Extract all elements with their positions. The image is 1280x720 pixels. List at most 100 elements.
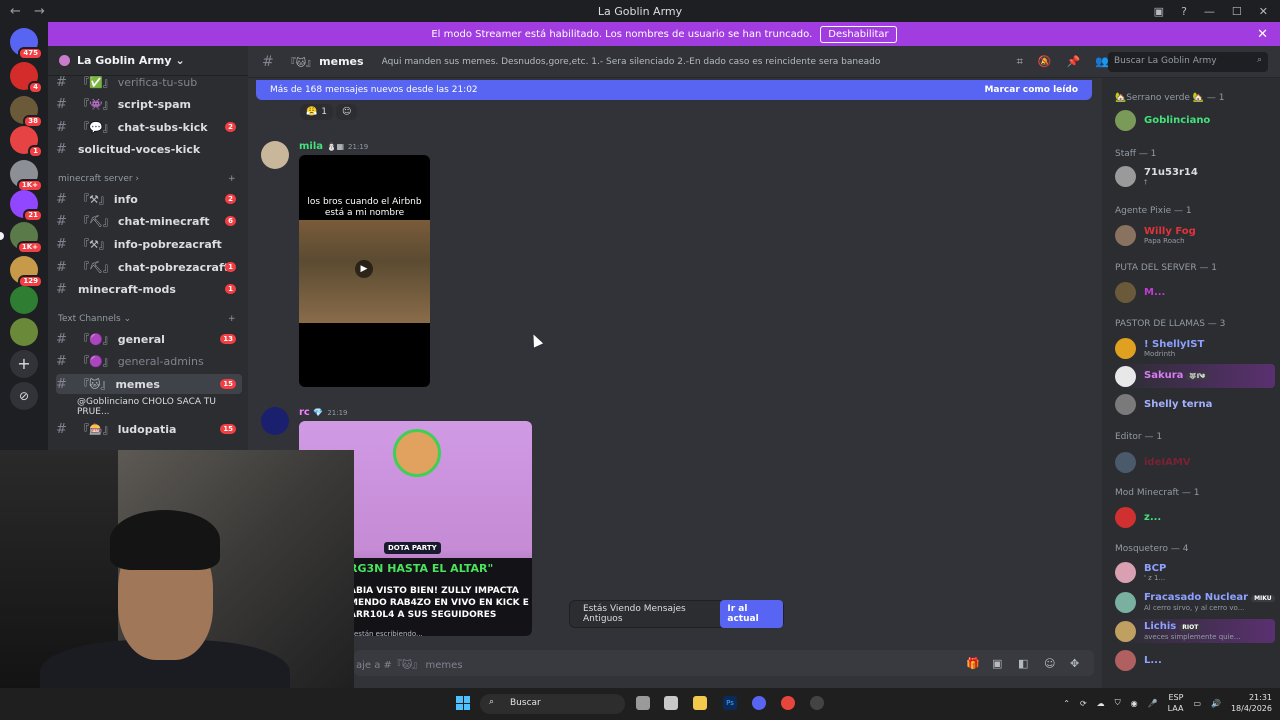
close-window-icon[interactable]: ✕ [1259, 5, 1268, 18]
member-item[interactable]: M... [1115, 280, 1275, 304]
message-input[interactable]: aje a #『🐱』 memes 🎁 ▣ ◧ ☺ ✥ [354, 650, 1094, 676]
channel-ludopatia[interactable]: # 『🎰』 ludopatia 15 [56, 419, 242, 439]
reaction-pill[interactable]: 😤 1 [300, 104, 333, 120]
minimize-icon[interactable]: — [1204, 5, 1215, 18]
server-icon[interactable]: 129 [10, 256, 43, 288]
video-caption: los bros cuando el Airbnb está a mi nombr… [307, 197, 422, 218]
avatar[interactable] [261, 407, 289, 435]
channel-general-admins[interactable]: # 『🟣』 general-admins [56, 351, 242, 371]
member-item[interactable]: Shelly terna [1115, 392, 1275, 416]
threads-icon[interactable]: ⌗ [1017, 55, 1023, 69]
member-list-icon[interactable]: 👥 [1095, 55, 1109, 68]
chevron-up-icon[interactable]: ⌃ [1063, 699, 1070, 708]
network-icon[interactable]: ▭ [1193, 699, 1201, 708]
add-server-icon[interactable]: + [10, 350, 38, 378]
windows-start-icon[interactable] [456, 696, 470, 710]
sticker-icon[interactable]: ◧ [1018, 657, 1028, 670]
member-item[interactable]: Willy Fog Papa Roach [1115, 223, 1275, 247]
app-icon[interactable] [664, 696, 678, 710]
mute-bell-icon[interactable]: 🔕 [1038, 55, 1052, 68]
member-item[interactable]: Goblinciano [1115, 108, 1275, 132]
add-reaction-icon[interactable]: ☺ [336, 104, 358, 120]
taskbar: ⌕ Buscar Ps ⌃ ⟳ ☁ ⛉ ◉ 🎤 ESP LAA ▭ 🔊 21:31 1… [0, 688, 1280, 720]
server-icon[interactable]: 1K+ [10, 222, 43, 254]
member-item[interactable]: Lichis RIOT aveces simplemente quie... [1115, 619, 1275, 643]
discord-taskbar-icon[interactable] [752, 696, 766, 710]
cloud-icon[interactable]: ☁ [1097, 699, 1105, 708]
channel-general[interactable]: # 『🟣』 general 13 [56, 329, 242, 349]
jump-to-present-button[interactable]: Ir al actual [720, 600, 783, 628]
member-list: 🏡Serrano verde 🏡 — 1 Goblinciano Staff —… [1102, 78, 1280, 450]
hash-icon: # [56, 259, 67, 275]
shield-icon[interactable]: ⛉ [1115, 698, 1121, 708]
video-attachment[interactable]: los bros cuando el Airbnb está a mi nombr… [299, 155, 430, 387]
thumbnail-face [393, 429, 441, 477]
member-item[interactable]: Sakura 🐺I༄ [1115, 364, 1275, 388]
member-item[interactable]: L... [1115, 648, 1275, 672]
task-view-icon[interactable] [636, 696, 650, 710]
input-language[interactable]: ESP LAA [1168, 692, 1184, 714]
server-icon[interactable]: 1K+ [10, 160, 43, 192]
microphone-icon[interactable]: 🎤 [1148, 699, 1158, 708]
person-hair [110, 510, 220, 570]
message-author[interactable]: rc 💎 21:19 [299, 407, 348, 418]
mark-as-read-button[interactable]: Marcar como leído [984, 85, 1078, 95]
gift-icon[interactable]: 🎁 [966, 657, 980, 670]
thread-item[interactable]: @Goblinciano CHOLO SACA TU PRUE... [56, 397, 242, 417]
app-icon[interactable] [810, 696, 824, 710]
channel-emoji: 『🐱』 [285, 58, 317, 69]
channel-chat-minecraft[interactable]: # 『⛏』 chat-minecraft 6 [56, 211, 242, 231]
help-icon[interactable]: ? [1181, 5, 1187, 18]
taskbar-search[interactable]: ⌕ Buscar [480, 694, 625, 714]
inbox-icon[interactable]: ▣ [1154, 5, 1164, 18]
new-messages-bar[interactable]: Más de 168 mensajes nuevos desde las 21:… [256, 80, 1092, 100]
server-icon[interactable]: 21 [10, 190, 43, 222]
pin-icon[interactable]: 📌 [1066, 55, 1080, 68]
play-icon[interactable]: ▶ [355, 260, 373, 278]
channel-info-pobrezacraft[interactable]: # 『⚒』 info-pobrezacraft [56, 234, 242, 254]
member-item[interactable]: ideIAMV [1115, 450, 1275, 474]
emoji-icon[interactable]: ☺ [1044, 657, 1055, 670]
channel-header: # 『🐱』 memes Aqui manden sus memes. Desnu… [248, 46, 1280, 78]
discover-icon[interactable]: ⊘ [10, 382, 38, 410]
avatar[interactable] [261, 141, 289, 169]
channel-chat-subs-kick[interactable]: # 『💬』 chat-subs-kick 2 [56, 117, 242, 137]
server-icon[interactable] [10, 286, 38, 314]
photoshop-icon[interactable]: Ps [723, 696, 737, 710]
category-text-channels[interactable]: Text Channels ⌄ + [58, 314, 236, 324]
channel-verifica-tu-sub[interactable]: # 『✅』 verifica-tu-sub [56, 72, 242, 92]
unread-badge: 13 [220, 334, 236, 344]
channel-minecraft-mods[interactable]: # minecraft-mods 1 [56, 279, 242, 299]
search-input[interactable]: Buscar La Goblin Army ⌕ [1108, 52, 1268, 72]
server-icon[interactable] [10, 318, 38, 346]
globe-icon[interactable]: ◉ [1131, 699, 1138, 708]
channel-chat-pobrezacraft[interactable]: # 『⛏』 chat-pobrezacraft 1 [56, 257, 242, 277]
maximize-icon[interactable]: ☐ [1232, 5, 1242, 18]
gif-icon[interactable]: ▣ [992, 657, 1002, 670]
channel-info[interactable]: # 『⚒』 info 2 [56, 189, 242, 209]
channel-memes[interactable]: # 『🐱』 memes 15 [56, 374, 242, 394]
member-item[interactable]: ! ShellyIST Modrinth [1115, 336, 1275, 360]
volume-icon[interactable]: 🔊 [1211, 699, 1221, 708]
server-icon[interactable]: 38 [10, 96, 43, 128]
channel-topic[interactable]: Aqui manden sus memes. Desnudos,gore,etc… [382, 57, 1002, 67]
old-messages-hint: Estás Viendo Mensajes Antiguos Ir al act… [569, 600, 784, 628]
member-item[interactable]: Fracasado Nuclear MIKU Al cerro sirvo, y a… [1115, 590, 1275, 614]
clock[interactable]: 21:31 18/4/2026 [1231, 692, 1272, 714]
chrome-icon[interactable] [781, 696, 795, 710]
channel-solicitud-voces-kick[interactable]: # solicitud-voces-kick [56, 139, 242, 159]
message-author[interactable]: mila ⛄▦ 21:19 [299, 141, 368, 152]
category-minecraft-server[interactable]: minecraft server › + [58, 174, 236, 184]
server-icon[interactable]: 4 [10, 62, 43, 94]
sync-icon[interactable]: ⟳ [1080, 699, 1087, 708]
banner-close-icon[interactable]: ✕ [1257, 27, 1268, 42]
channel-script-spam[interactable]: # 『👾』 script-spam [56, 94, 242, 114]
member-item[interactable]: z... [1115, 505, 1275, 529]
server-icon[interactable]: 1 [10, 126, 43, 158]
member-item[interactable]: BCP ' z 1... [1115, 560, 1275, 584]
file-explorer-icon[interactable] [693, 696, 707, 710]
member-item[interactable]: 71u53r14 † [1115, 164, 1275, 188]
disable-streamer-button[interactable]: Deshabilitar [820, 25, 897, 43]
direct-messages-icon[interactable]: 475 [10, 28, 43, 60]
apps-icon[interactable]: ✥ [1070, 657, 1079, 670]
